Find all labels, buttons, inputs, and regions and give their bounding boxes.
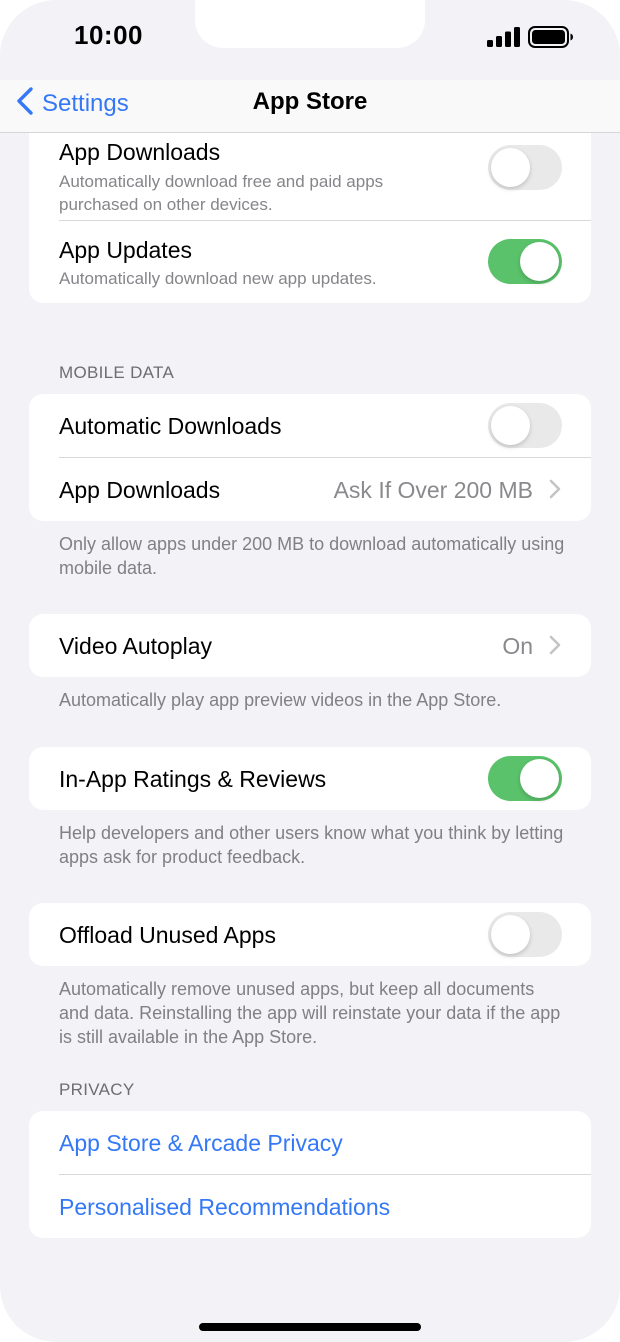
automatic-downloads-title: Automatic Downloads <box>59 413 282 439</box>
app-updates-subtitle: Automatically download new app updates. <box>59 269 377 288</box>
ratings-toggle[interactable] <box>488 756 562 801</box>
ratings-title: In-App Ratings & Reviews <box>59 766 327 792</box>
app-downloads-toggle[interactable] <box>488 145 562 190</box>
page-title: App Store <box>252 88 368 115</box>
ratings-footer: Help developers and other users know wha… <box>59 823 564 867</box>
ratings-row: In-App Ratings & Reviews <box>29 747 591 810</box>
video-autoplay-footer: Automatically play app preview videos in… <box>59 690 502 710</box>
mobile-data-group: Automatic Downloads App Downloads Ask If… <box>29 394 591 521</box>
status-bar: 10:00 <box>0 0 620 80</box>
settings-list[interactable]: App Downloads Automatically download fre… <box>0 133 620 1342</box>
video-autoplay-title: Video Autoplay <box>59 633 213 659</box>
home-indicator[interactable] <box>199 1323 421 1331</box>
app-downloads-title: App Downloads <box>59 139 221 165</box>
toggle-knob <box>520 242 559 281</box>
automatic-downloads-row: Automatic Downloads <box>29 394 591 457</box>
automatic-downloads-group: App Downloads Automatically download fre… <box>29 133 591 303</box>
mobile-app-downloads-title: App Downloads <box>59 477 221 503</box>
video-autoplay-group: Video Autoplay On <box>29 614 591 677</box>
cellular-signal-icon <box>487 27 520 52</box>
toggle-knob <box>520 759 559 798</box>
offload-footer: Automatically remove unused apps, but ke… <box>59 979 561 1047</box>
app-downloads-row: App Downloads Automatically download fre… <box>29 133 591 219</box>
mobile-app-downloads-row[interactable]: App Downloads Ask If Over 200 MB <box>29 458 591 521</box>
privacy-link-row: Personalised Recommendations <box>29 1175 591 1238</box>
toggle-knob <box>491 406 530 445</box>
chevron-right-icon <box>549 635 561 660</box>
offload-title: Offload Unused Apps <box>59 922 276 948</box>
battery-icon <box>528 26 574 53</box>
privacy-link-row: App Store & Arcade Privacy <box>29 1111 591 1174</box>
mobile-data-header: MOBILE DATA <box>59 363 175 382</box>
app-updates-row: App Updates Automatically download new a… <box>29 221 591 303</box>
toggle-knob <box>491 148 530 187</box>
offload-group: Offload Unused Apps <box>29 903 591 966</box>
notch <box>195 0 425 48</box>
arcade-privacy-link[interactable]: App Store & Arcade Privacy <box>59 1130 343 1157</box>
privacy-header: PRIVACY <box>59 1080 135 1099</box>
phone-screen: 10:00 Settings App Store App Downloads A… <box>0 0 620 1342</box>
offload-toggle[interactable] <box>488 912 562 957</box>
offload-row: Offload Unused Apps <box>29 903 591 966</box>
mobile-app-downloads-value: Ask If Over 200 MB <box>333 477 533 503</box>
personalised-recommendations-link[interactable]: Personalised Recommendations <box>59 1194 390 1221</box>
app-updates-title: App Updates <box>59 237 192 263</box>
app-downloads-subtitle: Automatically download free and paid app… <box>59 172 384 214</box>
mobile-data-footer: Only allow apps under 200 MB to download… <box>59 534 565 578</box>
navigation-bar: Settings App Store <box>0 80 620 133</box>
video-autoplay-row[interactable]: Video Autoplay On <box>29 614 591 677</box>
privacy-group: App Store & Arcade Privacy Personalised … <box>29 1111 591 1238</box>
app-updates-toggle[interactable] <box>488 239 562 284</box>
status-time: 10:00 <box>74 20 143 50</box>
toggle-knob <box>491 915 530 954</box>
video-autoplay-value: On <box>502 633 533 659</box>
chevron-right-icon <box>549 479 561 504</box>
ratings-group: In-App Ratings & Reviews <box>29 747 591 810</box>
automatic-downloads-toggle[interactable] <box>488 403 562 448</box>
